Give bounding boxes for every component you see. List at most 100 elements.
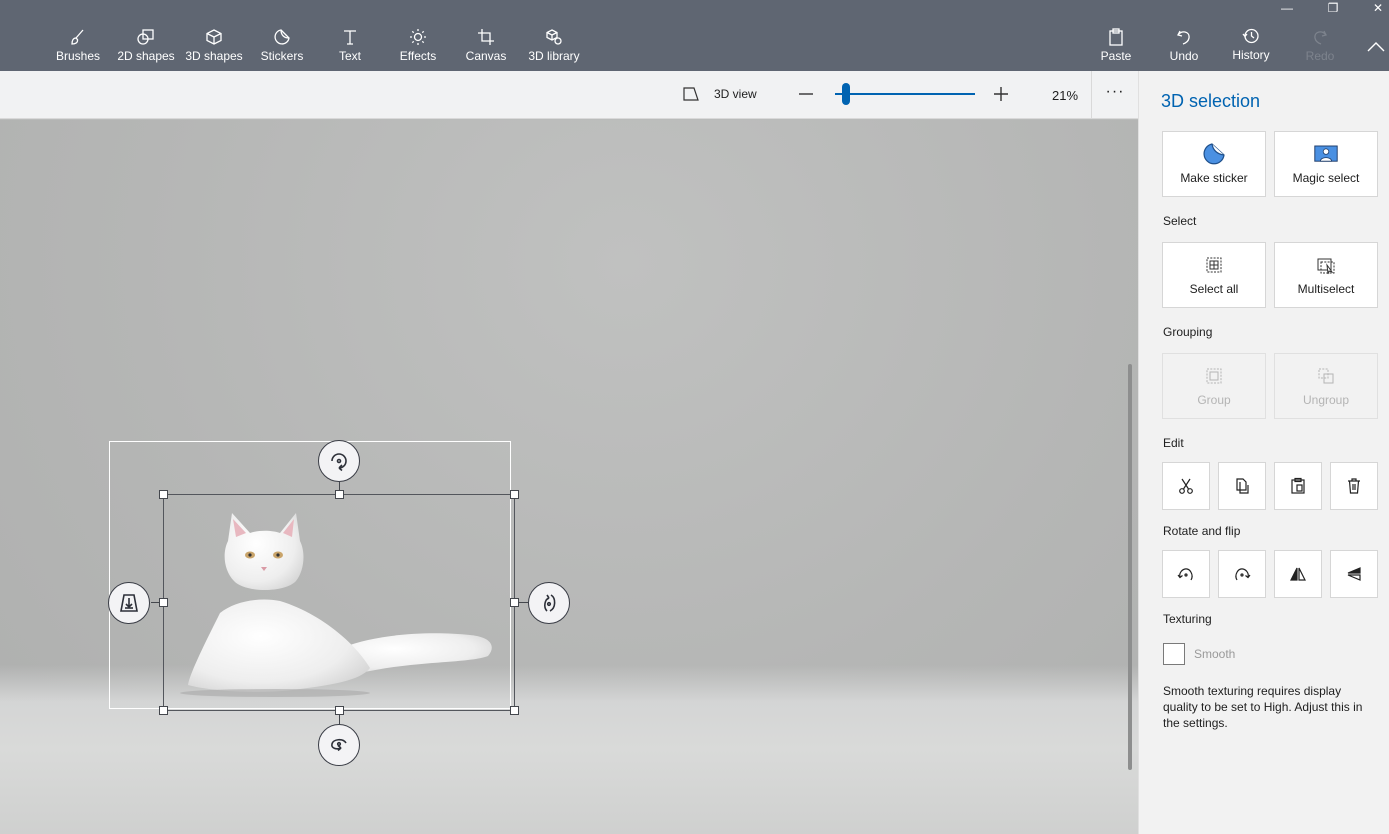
trash-icon	[1348, 478, 1360, 494]
resize-handle-top-left[interactable]	[159, 490, 168, 499]
collapse-toolbar-chevron-icon[interactable]	[1365, 38, 1387, 56]
flip-horizontal-button[interactable]	[1274, 550, 1322, 598]
rotate-horizontal-icon	[331, 738, 347, 752]
tool-stickers[interactable]: Stickers	[260, 28, 304, 68]
undo-button[interactable]: Undo	[1164, 28, 1204, 68]
paste-button[interactable]: Paste	[1096, 28, 1136, 68]
resize-handle-bottom[interactable]	[335, 706, 344, 715]
edit-section-label: Edit	[1163, 436, 1184, 450]
resize-handle-top-right[interactable]	[510, 490, 519, 499]
tool-label: Brushes	[55, 49, 101, 63]
resize-handle-bottom-left[interactable]	[159, 706, 168, 715]
flip-vertical-button[interactable]	[1330, 550, 1378, 598]
rotate-flip-section-label: Rotate and flip	[1163, 524, 1241, 538]
canvas-area[interactable]	[0, 120, 1138, 834]
more-options-button[interactable]: ···	[1100, 83, 1130, 107]
magic-select-button[interactable]: Magic select	[1274, 131, 1378, 197]
paste-icon	[1109, 28, 1123, 46]
brush-icon	[71, 29, 84, 45]
rotate-right-button[interactable]	[1218, 550, 1266, 598]
3d-shapes-icon	[206, 29, 222, 45]
tool-label: Canvas	[465, 49, 507, 63]
tool-canvas[interactable]: Canvas	[465, 28, 507, 68]
cat-image[interactable]	[180, 513, 500, 698]
zoom-out-button[interactable]	[796, 84, 816, 104]
smooth-label: Smooth	[1194, 647, 1236, 661]
paste-panel-button[interactable]	[1274, 462, 1322, 510]
tool-label: Stickers	[260, 49, 304, 63]
move-depth-handle[interactable]	[108, 582, 150, 624]
rotate-vertical-icon	[544, 594, 556, 612]
zoom-percentage[interactable]: 21%	[1040, 88, 1090, 103]
tool-label: Effects	[399, 49, 437, 63]
3d-view-icon	[683, 87, 699, 101]
select-all-label: Select all	[1189, 282, 1239, 296]
history-label: History	[1232, 48, 1270, 62]
smooth-texturing-note: Smooth texturing requires display qualit…	[1163, 684, 1363, 730]
close-button[interactable]: ✕	[1355, 0, 1389, 16]
tool-2d-shapes[interactable]: 2D shapes	[117, 28, 175, 68]
restore-button[interactable]: ❐	[1310, 0, 1356, 16]
select-all-button[interactable]: Select all	[1162, 242, 1266, 308]
ungroup-icon	[1318, 368, 1334, 384]
tool-text[interactable]: Text	[330, 28, 370, 68]
zoom-in-button[interactable]	[991, 84, 1011, 104]
resize-handle-right[interactable]	[510, 598, 519, 607]
tool-3d-library[interactable]: 3D library	[526, 28, 582, 68]
top-toolbar: — ❐ ✕ Brushes 2D shapes 3D shapes Sticke…	[0, 0, 1389, 71]
copy-button[interactable]	[1218, 462, 1266, 510]
stickers-icon	[274, 29, 290, 45]
resize-handle-bottom-right[interactable]	[510, 706, 519, 715]
make-sticker-button[interactable]: Make sticker	[1162, 131, 1266, 197]
copy-icon	[1236, 478, 1249, 494]
close-icon: ✕	[1372, 1, 1384, 15]
smooth-checkbox[interactable]	[1163, 643, 1185, 665]
vertical-scrollbar[interactable]	[1128, 364, 1132, 770]
cut-button[interactable]	[1162, 462, 1210, 510]
rotate-x-handle[interactable]	[318, 724, 360, 766]
multiselect-button[interactable]: Multiselect	[1274, 242, 1378, 308]
3d-view-label: 3D view	[714, 87, 757, 101]
grouping-section-label: Grouping	[1163, 325, 1213, 339]
undo-label: Undo	[1169, 49, 1199, 63]
minimize-button[interactable]: —	[1264, 0, 1310, 16]
tool-brushes[interactable]: Brushes	[56, 28, 100, 68]
tool-effects[interactable]: Effects	[397, 28, 439, 68]
group-button[interactable]: Group	[1162, 353, 1266, 419]
history-icon	[1242, 28, 1259, 44]
tool-label: Text	[338, 49, 361, 63]
magic-select-label: Magic select	[1292, 171, 1360, 185]
multiselect-icon	[1317, 258, 1335, 275]
undo-icon	[1177, 30, 1190, 45]
magic-select-icon	[1314, 145, 1338, 162]
delete-button[interactable]	[1330, 462, 1378, 510]
effects-icon	[410, 29, 426, 45]
flip-vertical-icon	[1347, 567, 1361, 581]
redo-button[interactable]: Redo	[1300, 28, 1340, 68]
rotate-left-icon	[1177, 568, 1193, 581]
tool-label: 2D shapes	[117, 49, 175, 63]
zoom-slider-thumb[interactable]	[842, 83, 850, 105]
paste-icon	[1291, 477, 1305, 494]
canvas-icon	[478, 29, 494, 45]
resize-handle-left[interactable]	[159, 598, 168, 607]
divider	[1091, 71, 1092, 119]
zoom-slider[interactable]	[835, 93, 975, 95]
rotate-z-handle[interactable]	[318, 440, 360, 482]
ungroup-button[interactable]: Ungroup	[1274, 353, 1378, 419]
flip-horizontal-icon	[1290, 567, 1306, 581]
tool-3d-shapes[interactable]: 3D shapes	[185, 28, 243, 68]
scissors-icon	[1179, 478, 1193, 494]
rotate-y-handle[interactable]	[528, 582, 570, 624]
multiselect-label: Multiselect	[1297, 282, 1355, 296]
minimize-icon: —	[1281, 1, 1293, 15]
text-icon	[344, 30, 356, 45]
3d-view-toggle[interactable]: 3D view	[682, 85, 757, 103]
redo-label: Redo	[1305, 49, 1335, 63]
3d-selection-panel: 3D selection Make sticker Magic select S…	[1138, 71, 1389, 834]
resize-handle-top[interactable]	[335, 490, 344, 499]
history-button[interactable]: History	[1229, 27, 1273, 67]
tool-label: 3D shapes	[185, 49, 243, 63]
rotate-right-icon	[1235, 568, 1251, 581]
rotate-left-button[interactable]	[1162, 550, 1210, 598]
